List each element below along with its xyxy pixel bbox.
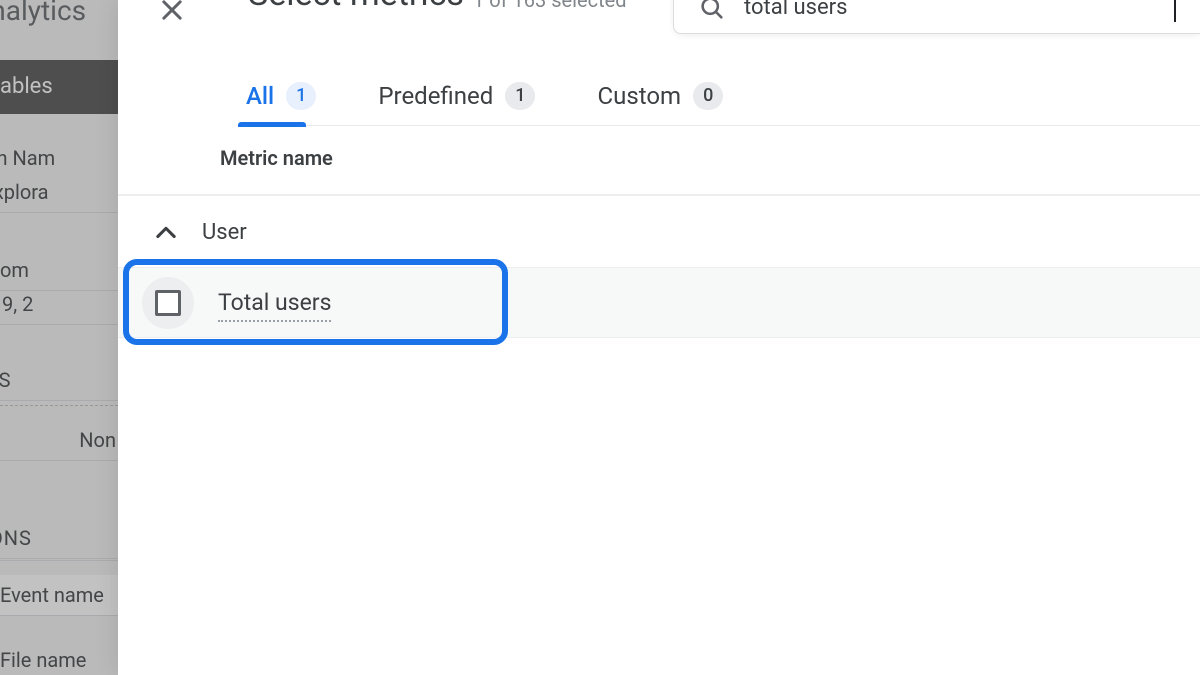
metric-label: Total users xyxy=(218,289,331,316)
search-input[interactable]: total users xyxy=(673,0,1200,34)
checkbox-unchecked-icon xyxy=(155,290,181,316)
tab-custom[interactable]: Custom 0 xyxy=(597,66,723,126)
metric-checkbox[interactable] xyxy=(142,277,194,329)
tab-count-badge: 1 xyxy=(505,82,535,110)
tab-count-badge: 1 xyxy=(286,82,316,110)
tabs: All 1 Predefined 1 Custom 0 xyxy=(246,66,1200,126)
metric-group-user[interactable]: User xyxy=(118,198,1200,268)
tab-label: Custom xyxy=(597,82,681,110)
exploration-name-value: tled explora xyxy=(0,172,118,213)
modal-title: Select metrics xyxy=(248,0,464,14)
tab-predefined[interactable]: Predefined 1 xyxy=(378,66,535,126)
close-button[interactable] xyxy=(150,0,194,32)
segments-none: Non xyxy=(0,420,118,461)
column-header-metric-name: Metric name xyxy=(220,146,333,170)
modal-subtitle: 1 of 163 selected xyxy=(473,0,627,12)
dimension-file-name: File name xyxy=(0,640,118,675)
sidebar-tab-variables: ables xyxy=(0,60,118,114)
search-icon xyxy=(698,0,726,22)
select-metrics-panel: Select metrics 1 of 163 selected total u… xyxy=(118,0,1200,675)
background-sidebar: Analytics ables oration Nam tled explora… xyxy=(0,0,118,675)
tab-all[interactable]: All 1 xyxy=(246,66,316,126)
dimensions-label: ENSIONS xyxy=(0,518,118,559)
dimension-event-name: Event name xyxy=(0,575,118,616)
app-title: Analytics xyxy=(0,0,86,27)
segments-label: MENTS xyxy=(0,360,118,401)
group-label: User xyxy=(202,220,247,245)
chevron-up-icon xyxy=(152,219,180,247)
tab-label: Predefined xyxy=(378,82,493,110)
tab-label: All xyxy=(246,82,274,110)
search-value: total users xyxy=(744,0,1176,20)
metric-row-total-users[interactable]: Total users xyxy=(118,268,1200,338)
tab-count-badge: 0 xyxy=(693,82,723,110)
date-range: 11 - Jun 9, 2 xyxy=(0,284,118,325)
close-icon xyxy=(158,0,186,24)
